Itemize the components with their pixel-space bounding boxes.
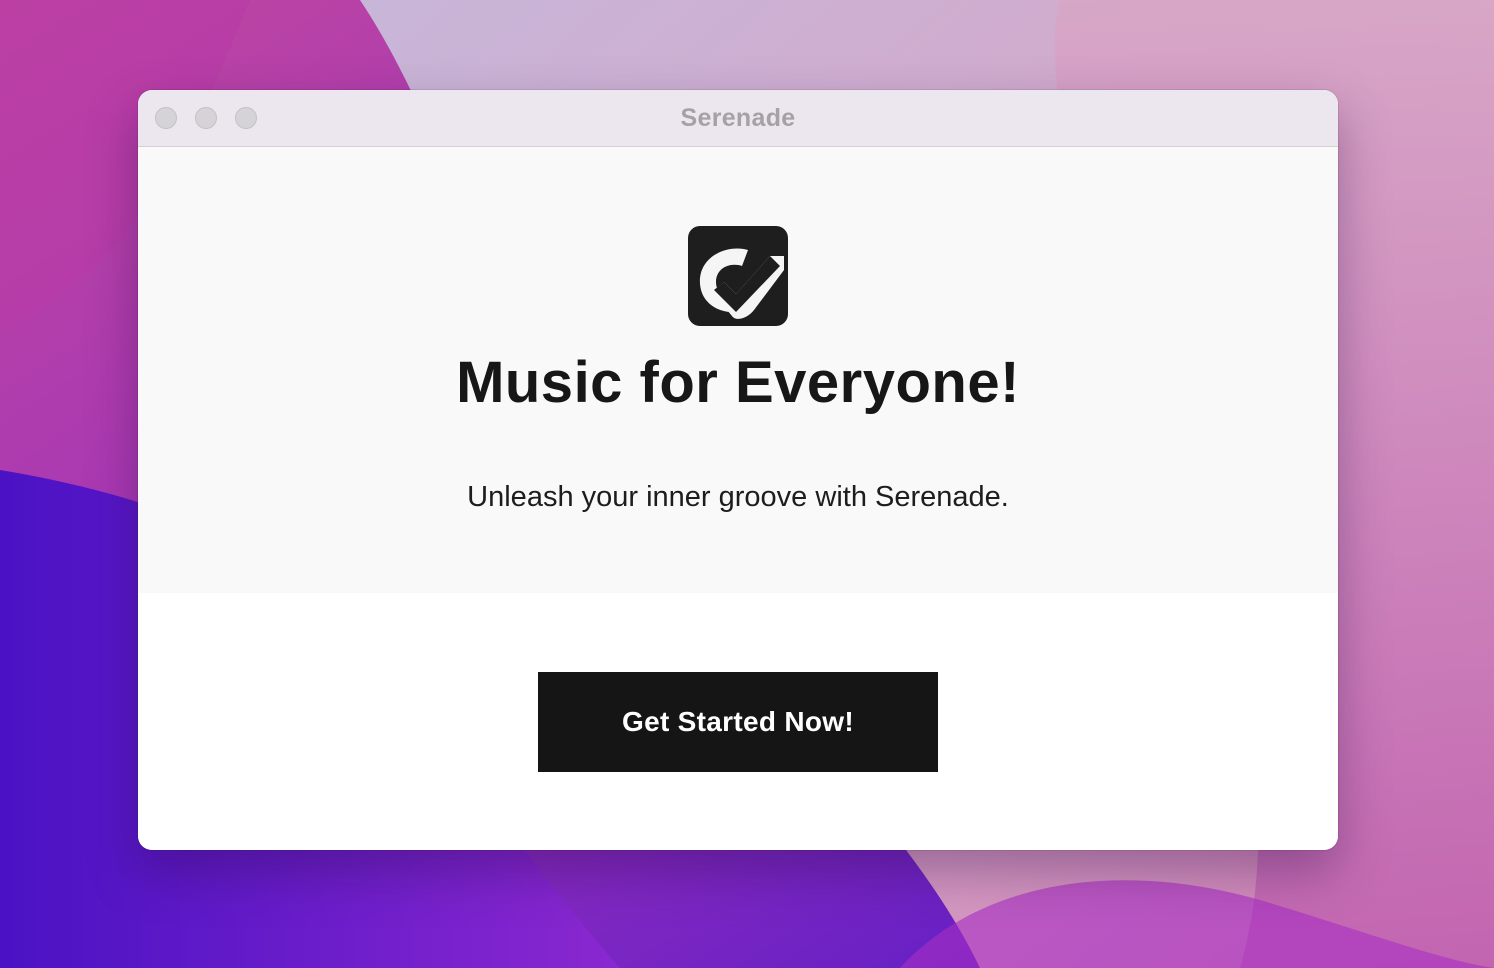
window-titlebar[interactable]: Serenade: [138, 90, 1338, 147]
app-window: Serenade Music for Everyone! Unleash you…: [138, 90, 1338, 850]
onboarding-footer: Get Started Now!: [138, 593, 1338, 850]
onboarding-hero: Music for Everyone! Unleash your inner g…: [138, 147, 1338, 593]
desktop: Serenade Music for Everyone! Unleash you…: [0, 0, 1494, 968]
headline: Music for Everyone!: [456, 350, 1020, 415]
get-started-button[interactable]: Get Started Now!: [538, 672, 938, 772]
tagline: Unleash your inner groove with Serenade.: [467, 481, 1009, 513]
serenade-logo-icon: [688, 226, 788, 326]
window-title: Serenade: [680, 104, 796, 132]
